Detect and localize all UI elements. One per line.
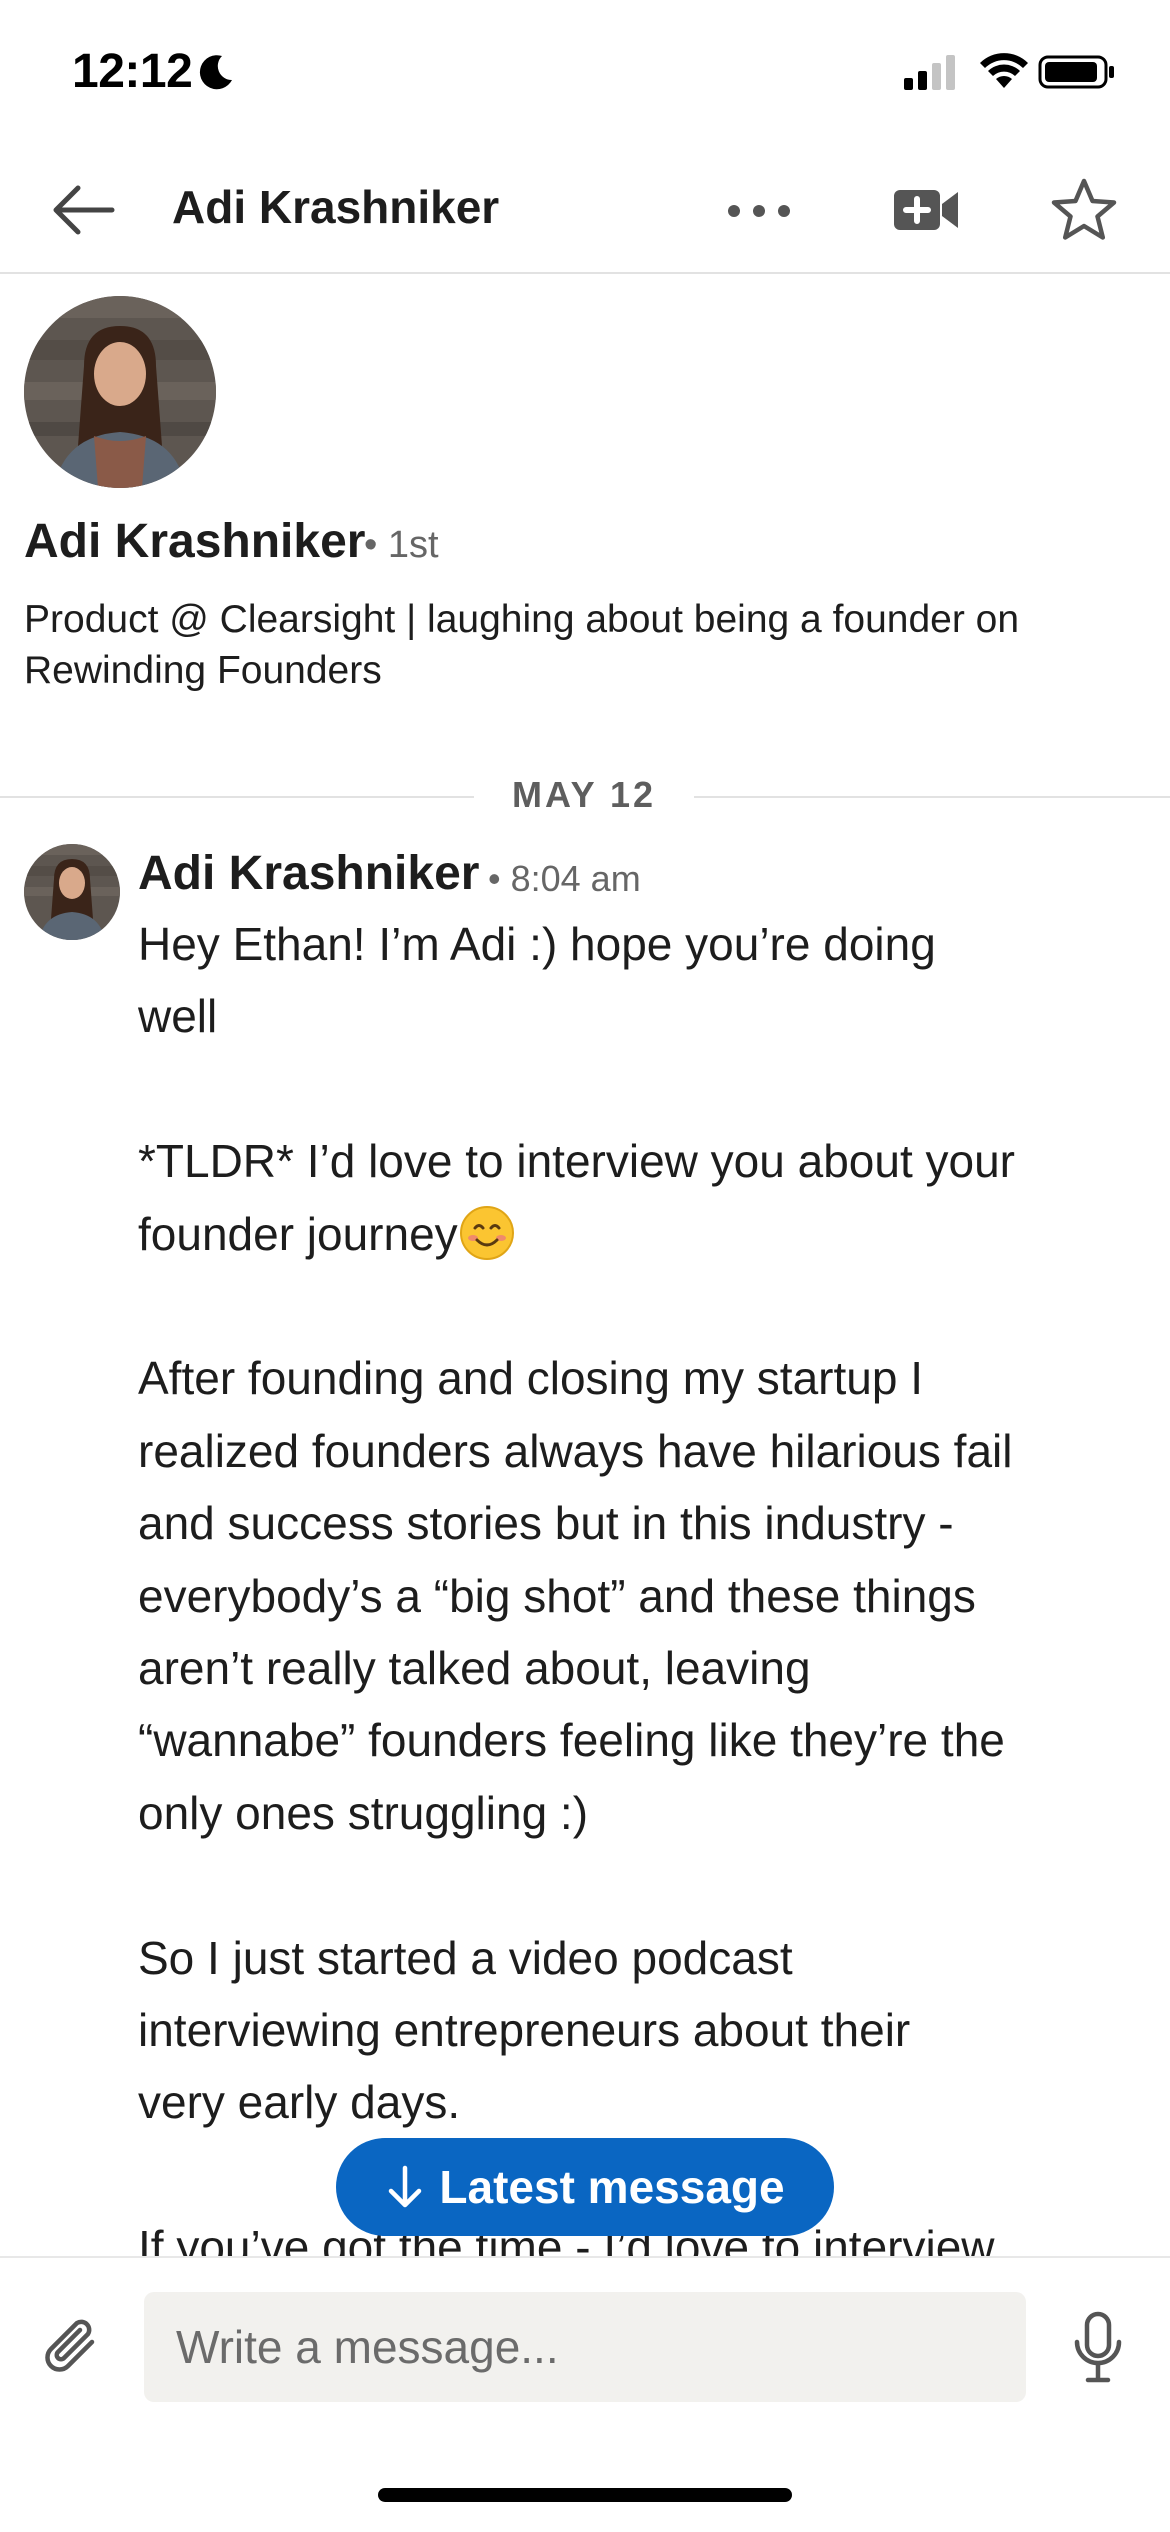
profile-headline: Product @ Clearsight | laughing about be…	[24, 598, 1020, 692]
divider-line	[0, 796, 474, 798]
status-time: 12:12	[72, 45, 193, 98]
message-timestamp: • 8:04 am	[488, 858, 641, 899]
divider-line	[694, 796, 1170, 798]
conversation-header: Adi Krashniker	[0, 150, 1170, 274]
message-paragraph: Hey Ethan! I’m Adi :) hope you’re doing …	[138, 918, 936, 1043]
latest-message-button[interactable]: Latest message	[336, 2138, 834, 2236]
message-input[interactable]	[144, 2292, 1026, 2402]
profile-name[interactable]: Adi Krashniker	[24, 514, 365, 569]
more-options-icon[interactable]	[724, 186, 794, 236]
message-paragraph: *TLDR* I’d love to interview you about y…	[138, 1135, 1015, 1260]
cellular-signal-icon	[904, 55, 955, 90]
paperclip-icon[interactable]	[40, 2312, 106, 2384]
connection-degree: • 1st	[364, 524, 439, 566]
battery-icon	[1038, 55, 1114, 89]
sender-avatar[interactable]	[24, 844, 120, 940]
star-icon[interactable]	[1048, 176, 1120, 244]
message-paragraph: So I just started a video podcast interv…	[138, 1931, 911, 2129]
message-body: Hey Ethan! I’m Adi :) hope you’re doing …	[138, 908, 1138, 2258]
date-label: MAY 12	[511, 774, 657, 815]
profile-avatar[interactable]	[24, 296, 216, 488]
message-sender-name[interactable]: Adi Krashniker	[138, 846, 479, 901]
add-video-icon[interactable]	[890, 180, 962, 240]
message-paragraph: After founding and closing my startup I …	[138, 1352, 1013, 1839]
status-bar: 12:12	[0, 0, 1170, 150]
wifi-icon	[980, 53, 1028, 88]
moon-icon	[199, 55, 232, 90]
header-title[interactable]: Adi Krashniker	[172, 180, 499, 234]
smiling-face-emoji-icon	[459, 1205, 514, 1260]
date-divider: MAY 12	[0, 774, 1170, 822]
home-indicator[interactable]	[378, 2488, 792, 2502]
back-arrow-icon[interactable]	[46, 178, 118, 242]
microphone-icon[interactable]	[1070, 2310, 1126, 2386]
latest-message-label: Latest message	[439, 2161, 785, 2213]
arrow-down-icon	[389, 2165, 422, 2208]
